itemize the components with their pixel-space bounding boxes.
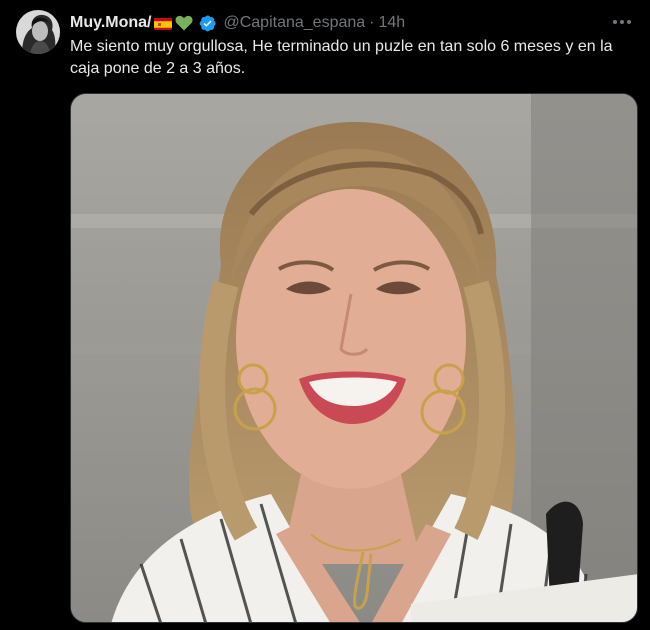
- user-handle[interactable]: @Capitana_espana: [223, 13, 365, 33]
- display-name[interactable]: Muy.Mona/: [70, 13, 151, 33]
- tweet-text: Me siento muy orgullosa, He terminado un…: [70, 38, 613, 77]
- more-options-button[interactable]: [608, 10, 636, 34]
- tweet-header: Muy.Mona/ @Capitana_espana · 14h: [70, 12, 405, 34]
- verified-badge-icon: [198, 14, 217, 33]
- tweet-photo[interactable]: [70, 93, 638, 623]
- green-heart-icon: [175, 15, 194, 31]
- timestamp[interactable]: 14h: [379, 13, 406, 33]
- avatar[interactable]: [16, 10, 60, 54]
- more-horizontal-icon: [613, 20, 631, 24]
- tweet[interactable]: Muy.Mona/ @Capitana_espana · 14h Me sien…: [0, 0, 650, 630]
- separator-dot: ·: [369, 14, 375, 31]
- spain-flag-icon: [154, 17, 173, 30]
